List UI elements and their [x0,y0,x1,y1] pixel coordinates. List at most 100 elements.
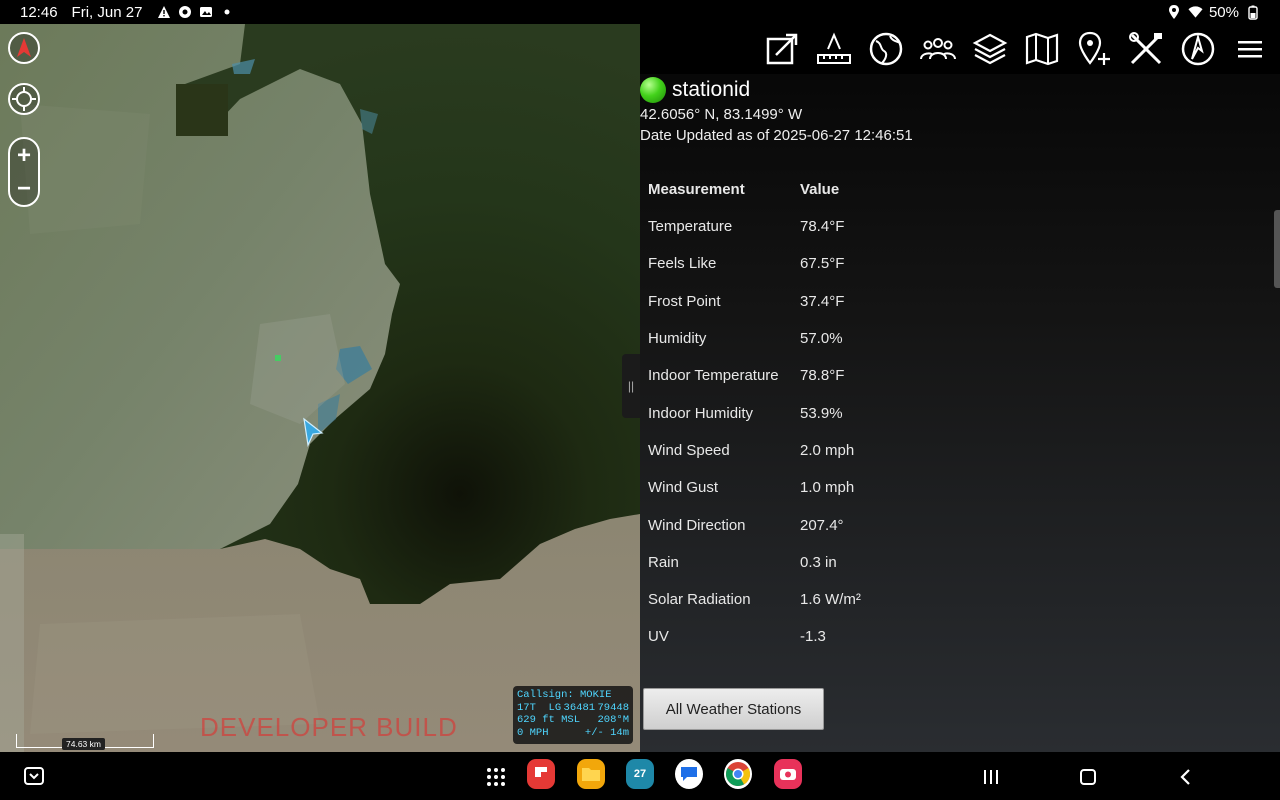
recents-icon [984,770,998,784]
north-compass-button[interactable] [8,32,40,64]
measurement-label: Temperature [648,218,733,236]
all-weather-stations-button[interactable]: All Weather Stations [643,688,824,730]
globe-icon [869,32,903,66]
self-location-marker-icon[interactable] [300,417,326,447]
image-icon [198,5,213,20]
home-button[interactable] [1074,764,1102,790]
layers-icon [972,33,1008,65]
location-icon [1167,5,1182,20]
altitude-row: 629 ft MSL 208°M [517,714,629,726]
measurement-value: -1.3 [800,628,826,646]
status-dot-icon [640,77,666,103]
menu-button[interactable] [1224,24,1276,74]
zoom-out-button[interactable]: − [10,176,38,201]
measurement-value: 67.5°F [800,255,845,273]
measurement-value: 1.0 mph [800,479,855,497]
measurement-value: 2.0 mph [800,441,855,459]
measurement-value: 78.8°F [800,367,845,385]
map-view[interactable]: + − DEVELOPER BUILD 74.63 km Callsign: M… [0,24,640,752]
measurement-value: 53.9% [800,404,843,422]
measurement-label: Wind Speed [648,441,730,459]
table-header-row: Measurement Value [644,171,916,208]
app-calendar[interactable]: 27 [626,759,654,789]
measurement-value: 57.0% [800,330,843,348]
scale-label: 74.63 km [62,738,105,750]
flipboard-app-icon [527,759,555,789]
status-date: Fri, Jun 27 [71,3,143,21]
panel-resize-handle[interactable]: || [622,354,640,418]
measurement-value: 1.6 W/m² [800,591,861,609]
camera-app-icon [774,759,802,789]
globe-button[interactable] [860,24,912,74]
measurement-label: Indoor Temperature [648,367,779,385]
status-bar: 12:46 Fri, Jun 27 50% [0,0,1280,24]
screen-capture-button[interactable] [20,764,48,790]
table-row: Wind Gust 1.0 mph [644,469,916,506]
app-flipboard[interactable] [527,759,555,789]
table-row: Indoor Humidity 53.9% [644,394,916,431]
battery-text: 50% [1208,3,1239,21]
callsign-info-box[interactable]: Callsign: MOKIE 17T LG 36481 79448 629 f… [513,686,633,744]
table-row: Wind Speed 2.0 mph [644,432,916,469]
station-coordinates: 42.6056° N, 83.1499° W [640,106,803,123]
measurement-value: 0.3 in [800,553,837,571]
developer-build-watermark: DEVELOPER BUILD [200,712,458,742]
compass-button[interactable] [1172,24,1224,74]
measurement-label: Solar Radiation [648,591,751,609]
team-icon [920,38,956,60]
north-arrow-icon [17,38,31,57]
zoom-in-button[interactable]: + [10,143,38,168]
weather-station-panel: stationid 42.6056° N, 83.1499° W Date Up… [640,24,1280,752]
app-drawer-button[interactable] [482,764,510,790]
station-header: stationid [640,77,750,103]
table-row: Indoor Temperature 78.8°F [644,357,916,394]
crosshair-icon [12,87,36,111]
files-app-icon [577,759,605,789]
zoom-control: + − [8,137,40,207]
add-point-button[interactable] [1068,24,1120,74]
layers-button[interactable] [964,24,1016,74]
calendar-app-icon: 27 [626,759,654,789]
top-toolbar [640,24,1280,74]
compass-icon [1181,32,1215,66]
back-button[interactable] [1171,764,1199,790]
table-row: UV -1.3 [644,618,916,655]
locate-me-button[interactable] [8,83,40,115]
tools-icon [1129,32,1162,65]
app-grid-icon [487,768,505,786]
satellite-imagery [0,24,640,752]
table-row: Feels Like 67.5°F [644,245,916,282]
team-button[interactable] [912,24,964,74]
export-button[interactable] [756,24,808,74]
settings-badge-icon [177,5,192,20]
measurement-label: Wind Direction [648,516,746,534]
speed-row: 0 MPH +/- 14m [517,726,629,739]
measurement-value: 78.4°F [800,218,845,236]
notification-icon [156,5,171,20]
tools-button[interactable] [1120,24,1172,74]
recents-button[interactable] [977,764,1005,790]
grid-row: 17T LG 36481 79448 [517,701,629,714]
map-icon [1025,32,1059,66]
station-name: stationid [672,78,751,101]
navigation-bar: 27 [0,752,1280,800]
messages-app-icon [675,759,703,789]
map-button[interactable] [1016,24,1068,74]
measurement-value: 207.4° [800,516,844,534]
table-row: Frost Point 37.4°F [644,283,916,320]
app-files[interactable] [577,759,605,789]
battery-icon [1245,5,1260,20]
updated-timestamp: Date Updated as of 2025-06-27 12:46:51 [640,127,913,144]
home-icon [1080,769,1096,785]
scrollbar[interactable] [1274,210,1280,288]
column-header-measurement: Measurement [648,181,745,198]
app-messages[interactable] [675,759,703,789]
measurements-table: Measurement Value Temperature 78.4°F Feel… [644,171,916,656]
measurement-label: Frost Point [648,292,721,310]
app-camera[interactable] [774,759,802,789]
app-chrome[interactable] [724,759,752,789]
measure-button[interactable] [808,24,860,74]
measurement-label: UV [648,628,669,646]
menu-icon [1238,41,1262,58]
table-row: Rain 0.3 in [644,544,916,581]
